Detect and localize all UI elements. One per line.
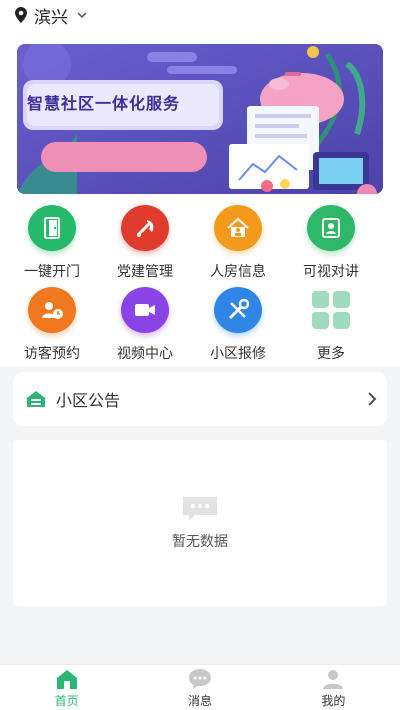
tab-profile[interactable]: 我的 [267, 665, 400, 710]
profile-icon [323, 670, 344, 689]
more-grid-icon [307, 287, 355, 333]
tab-label: 消息 [187, 694, 212, 708]
grid-label: 人房信息 [210, 264, 266, 280]
tab-label: 首页 [54, 694, 79, 708]
grid-item-repair[interactable]: 小区报修 [193, 287, 283, 363]
location-header[interactable]: 滨兴 [0, 0, 400, 30]
empty-message-icon [183, 497, 217, 521]
grid-label: 一键开门 [24, 264, 80, 280]
grid-item-party-management[interactable]: 党建管理 [100, 205, 190, 281]
chevron-right-icon[interactable] [367, 391, 377, 407]
tab-label: 我的 [321, 694, 346, 708]
grid-label: 更多 [317, 346, 345, 362]
message-icon [188, 669, 211, 689]
banner-title: 智慧社区一体化服务 [27, 94, 181, 113]
grid-label: 可视对讲 [303, 264, 359, 280]
grid-item-video-intercom[interactable]: 可视对讲 [286, 205, 376, 281]
grid-item-video-center[interactable]: 视频中心 [100, 287, 190, 363]
video-camera-icon [121, 287, 169, 333]
grid-label: 党建管理 [117, 264, 173, 280]
city-name[interactable]: 滨兴 [34, 3, 68, 28]
grid-item-open-door[interactable]: 一键开门 [7, 205, 97, 281]
empty-text: 暂无数据 [172, 534, 228, 550]
notice-empty-state: 暂无数据 [13, 440, 387, 606]
home-icon [56, 670, 77, 689]
party-emblem-icon [121, 205, 169, 251]
tab-messages[interactable]: 消息 [133, 665, 266, 710]
community-notice-bar[interactable]: 小区公告 [13, 372, 387, 426]
grid-item-more[interactable]: 更多 [286, 287, 376, 363]
notice-icon [27, 391, 45, 407]
grid-label: 视频中心 [117, 346, 173, 362]
tab-home[interactable]: 首页 [0, 665, 133, 710]
grid-label: 小区报修 [210, 346, 266, 362]
notice-label: 小区公告 [56, 391, 121, 410]
banner-illustration [17, 44, 383, 194]
visitor-clock-icon [28, 287, 76, 333]
house-person-icon [214, 205, 262, 251]
door-icon [28, 205, 76, 251]
grid-label: 访客预约 [24, 346, 80, 362]
grid-item-resident-info[interactable]: 人房信息 [193, 205, 283, 281]
chevron-down-icon[interactable] [76, 9, 88, 21]
video-intercom-icon [307, 205, 355, 251]
grid-item-visitor-booking[interactable]: 访客预约 [7, 287, 97, 363]
promo-banner[interactable]: 智慧社区一体化服务 [17, 44, 383, 194]
bottom-tab-bar: 首页 消息 我的 [0, 664, 400, 710]
location-pin-icon [15, 7, 27, 23]
repair-tools-icon [214, 287, 262, 333]
